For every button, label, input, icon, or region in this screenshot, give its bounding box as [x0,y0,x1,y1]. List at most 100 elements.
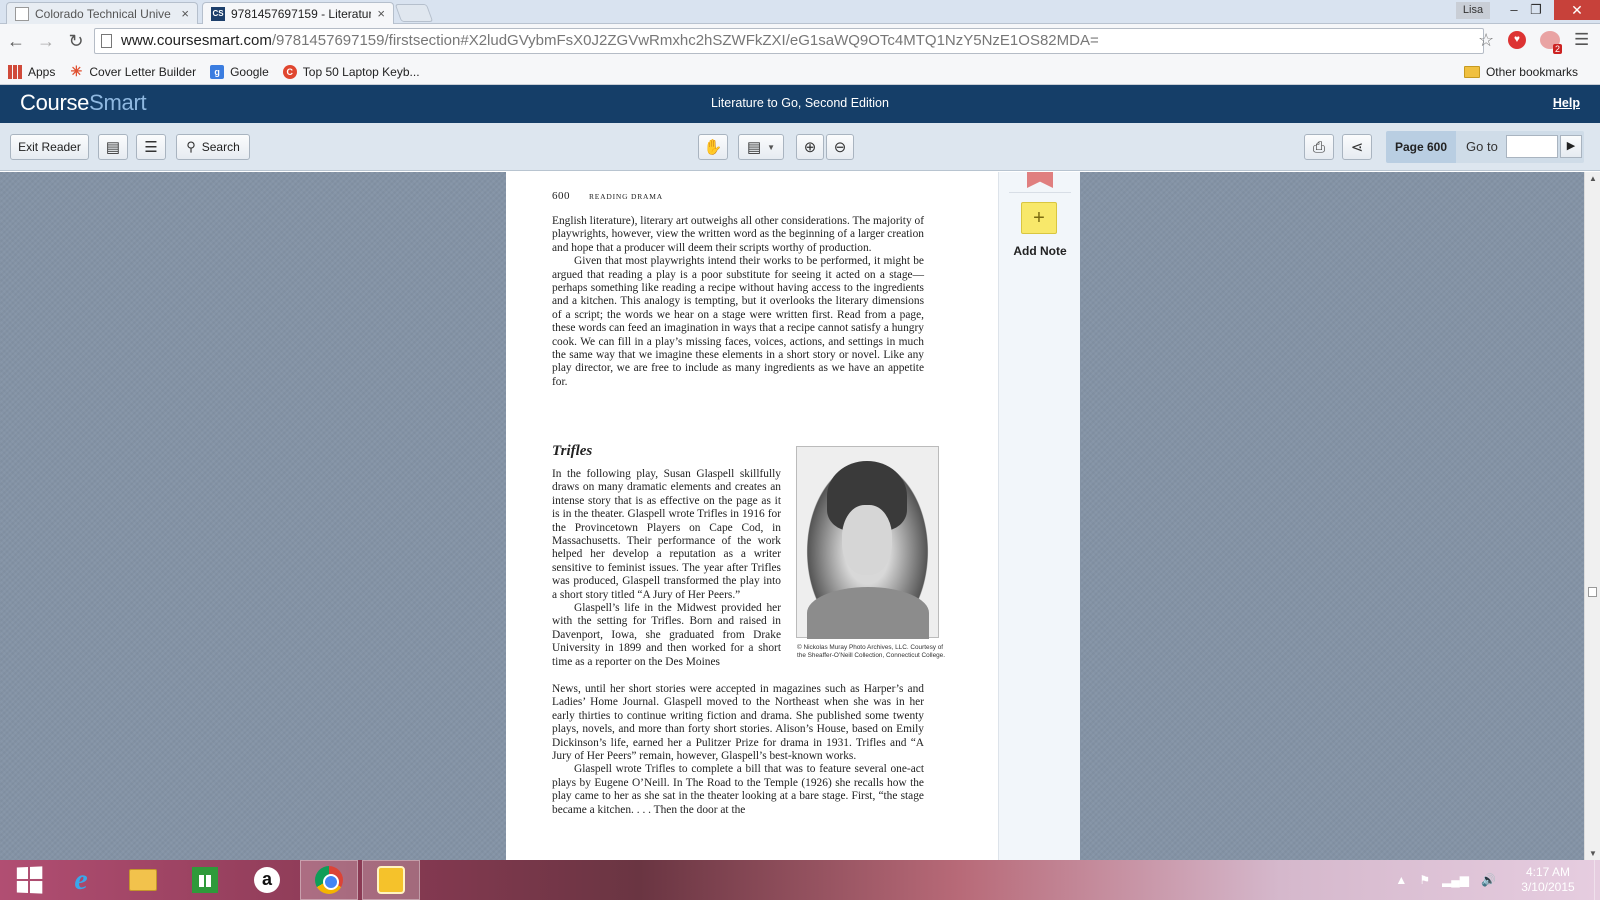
coursesmart-header: CourseSmart Literature to Go, Second Edi… [0,85,1600,123]
intro-text: English literature), literary art outwei… [552,215,924,389]
extension-heart-icon[interactable]: ♥ [1508,31,1526,49]
browser-tab-colorado[interactable]: Colorado Technical Unive × [6,2,198,24]
page-view-button[interactable]: ▤ [98,134,128,160]
book-page: 600 READING DRAMA English literature), l… [506,172,998,860]
start-button[interactable] [0,860,58,900]
network-signal-icon[interactable]: ▂▄▆ [1442,873,1469,887]
trifles-intro-column: In the following play, Susan Glaspell sk… [552,468,781,669]
search-icon: ⚲ [186,139,196,154]
file-explorer-button[interactable] [114,860,172,900]
search-button[interactable]: ⚲ Search [176,134,250,160]
internet-explorer-icon: e [74,863,88,896]
portrait-face [842,505,892,575]
folder-icon [1463,65,1480,78]
table-of-contents-button[interactable]: ☰ [136,134,166,160]
divider [1009,192,1071,193]
zoom-out-button[interactable]: ⊖ [826,134,854,160]
bookmark-label: Apps [28,64,56,79]
clock-date: 3/10/2015 [1521,880,1575,894]
bookmark-cover-letter[interactable]: ✳ Cover Letter Builder [69,63,196,79]
section-heading: READING DRAMA [589,192,663,201]
chrome-menu-icon[interactable]: ☰ [1574,30,1589,50]
close-tab-icon[interactable]: × [181,6,189,21]
bookmark-google[interactable]: g Google [210,64,269,79]
show-hidden-icons-icon[interactable]: ▲ [1395,873,1407,887]
printer-icon: ⎙ [1312,138,1325,156]
scrollbar-thumb[interactable] [1588,587,1597,597]
forward-button[interactable]: → [34,29,58,53]
browser-tab-strip: Colorado Technical Unive × CS 9781457697… [0,0,1600,24]
volume-icon[interactable]: 🔊 [1481,873,1496,887]
section-title: Trifles [552,443,593,459]
windows-taskbar: e a ▲ ⚑ ▂▄▆ 🔊 4:17 AM 3/10/2015 [0,860,1600,900]
exit-reader-button[interactable]: Exit Reader [10,134,89,160]
scroll-up-arrow-icon[interactable]: ▲ [1585,174,1600,183]
coursesmart-icon: CS [211,6,225,21]
play-arrow-icon: ▶ [1566,140,1576,152]
bookmark-star-icon[interactable]: ☆ [1478,30,1494,51]
store-button[interactable] [176,860,234,900]
trifles-continued-text: News, until her short stories were accep… [552,683,924,817]
zoom-in-icon: ⊕ [803,139,817,156]
reader-toolbar: Exit Reader ▤ ☰ ⚲ Search ✋ ▤ ▼ ⊕ ⊖ ⎙ ⋖ P… [0,123,1600,171]
windows-logo-icon [16,866,43,894]
user-profile-badge[interactable]: Lisa [1456,2,1490,19]
amazon-button[interactable]: a [238,860,296,900]
page-number: 600 [552,190,570,202]
system-tray: ▲ ⚑ ▂▄▆ 🔊 4:17 AM 3/10/2015 [1395,860,1600,900]
other-bookmarks[interactable]: Other bookmarks [1463,65,1578,79]
url-path: /9781457697159/firstsection#X2ludGVybmFs… [271,32,1099,49]
page-layout-icon: ▤ [746,139,762,156]
paragraph: Glaspell wrote Trifles to complete a bil… [552,763,924,816]
browser-tab-coursesmart[interactable]: CS 9781457697159 - Literatur × [202,2,394,24]
chrome-button[interactable] [300,860,358,900]
close-tab-icon[interactable]: × [377,6,385,21]
add-note-icon[interactable]: + [1021,202,1057,234]
apps-grid-icon [8,64,22,79]
chrome-icon [315,866,343,894]
share-button[interactable]: ⋖ [1342,134,1372,160]
new-tab-button[interactable] [394,4,434,22]
top50-icon: C [282,64,297,79]
google-icon: g [210,64,225,79]
extension-badge: 2 [1553,44,1563,54]
address-bar[interactable]: www.coursesmart.com/9781457697159/firsts… [94,28,1484,54]
paragraph: News, until her short stories were accep… [552,683,924,763]
bookmark-ribbon-icon[interactable] [1027,172,1053,188]
portrait-shoulders [807,587,929,639]
goto-page-input[interactable] [1506,135,1558,158]
search-label: Search [201,140,240,154]
clock[interactable]: 4:17 AM 3/10/2015 [1508,865,1588,895]
vertical-scrollbar[interactable]: ▲ ▼ [1584,172,1600,860]
view-mode-dropdown[interactable]: ▤ ▼ [738,134,784,160]
action-center-flag-icon[interactable]: ⚑ [1419,873,1430,887]
help-link[interactable]: Help [1553,96,1580,110]
document-icon [15,6,29,21]
show-desktop-button[interactable] [1594,860,1600,900]
scroll-down-arrow-icon[interactable]: ▼ [1585,849,1600,858]
add-note-label[interactable]: Add Note [999,244,1081,258]
print-button[interactable]: ⎙ [1304,134,1334,160]
pan-tool-button[interactable]: ✋ [698,134,728,160]
running-head: 600 READING DRAMA [552,190,663,202]
back-button[interactable]: ← [4,29,28,53]
url-host: www.coursesmart.com [121,32,272,49]
bookmark-apps[interactable]: Apps [8,64,56,79]
goto-go-button[interactable]: ▶ [1560,135,1582,158]
coursesmart-app-icon [377,866,405,894]
list-icon: ☰ [144,139,158,156]
cover-letter-icon: ✳ [70,63,83,79]
amazon-icon: a [254,867,280,893]
bookmark-label: Google [230,64,269,79]
restore-button[interactable]: ❐ [1522,0,1550,20]
zoom-in-button[interactable]: ⊕ [796,134,824,160]
goto-label: Go to [1466,139,1498,154]
internet-explorer-button[interactable]: e [52,860,110,900]
share-icon: ⋖ [1350,139,1364,156]
bookmark-top50[interactable]: C Top 50 Laptop Keyb... [282,64,420,79]
reload-button[interactable]: ↻ [64,29,88,53]
chevron-down-icon: ▼ [767,142,776,152]
coursesmart-app-button[interactable] [362,860,420,900]
window-close-button[interactable]: ✕ [1554,0,1600,20]
bookmarks-bar: Apps ✳ Cover Letter Builder g Google C T… [0,59,1600,85]
